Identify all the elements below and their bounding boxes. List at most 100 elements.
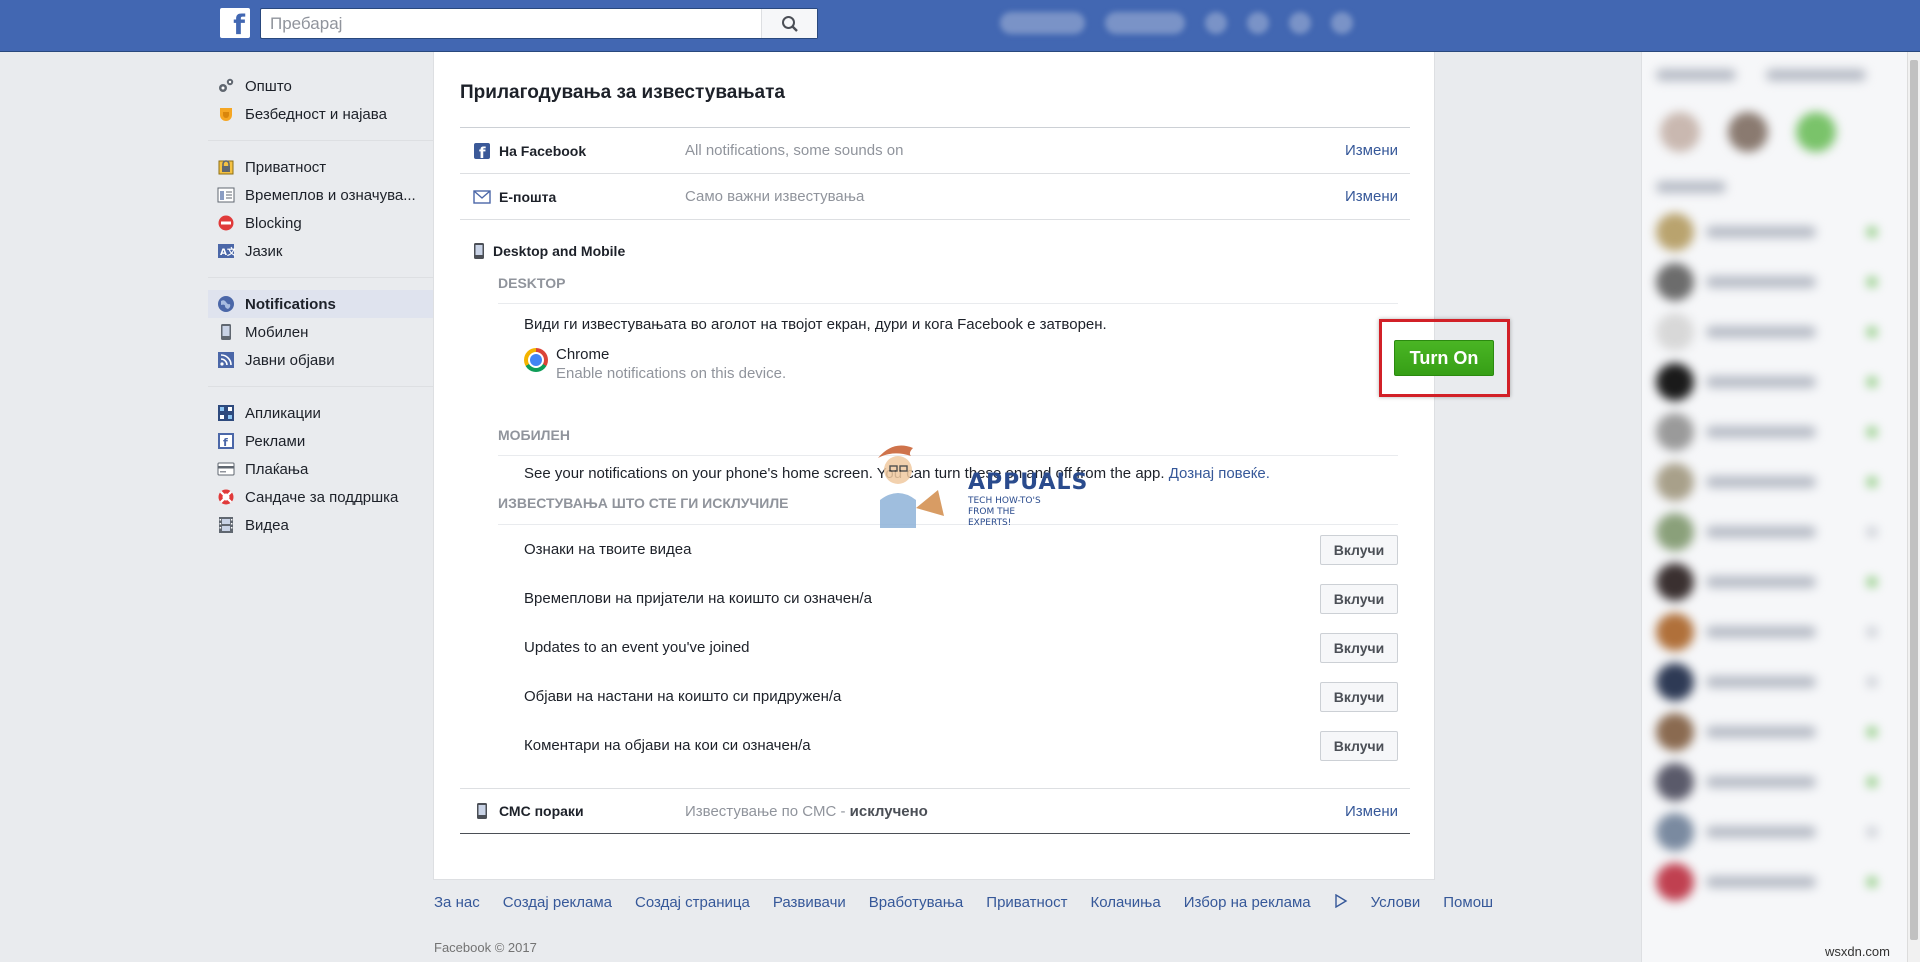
copyright: Facebook © 2017 <box>434 940 537 955</box>
sidebar-item-label: Приватност <box>245 158 327 176</box>
sidebar-item-label: Видеа <box>245 516 289 534</box>
site-watermark: wsxdn.com <box>1824 944 1890 959</box>
page-scrollbar[interactable] <box>1907 52 1920 962</box>
footer-link[interactable]: Вработувања <box>869 894 964 911</box>
setting-label: СМС пораки <box>499 803 584 819</box>
sidebar-item-payments[interactable]: Плаќања <box>208 455 433 483</box>
notification-type-label: Времеплови на пријатели на коишто си озн… <box>524 590 872 607</box>
sms-status-prefix: Известување по СМС - <box>685 802 850 820</box>
setting-value: Известување по СМС - исклучено <box>685 803 1345 820</box>
edit-email-link[interactable]: Измени <box>1345 188 1398 205</box>
sidebar-item-notifications[interactable]: Notifications <box>208 290 433 318</box>
sidebar-item-label: Безбедност и најава <box>245 105 387 123</box>
watermark-tagline: TECH HOW-TO'S FROM THE EXPERTS! <box>968 496 1041 528</box>
browser-name: Chrome <box>556 346 610 363</box>
notification-type-label: Updates to an event you've joined <box>524 639 750 656</box>
apps-icon <box>217 404 235 422</box>
setting-row-facebook[interactable]: f На Facebook All notifications, some so… <box>460 127 1410 173</box>
svg-text:f: f <box>223 436 228 449</box>
footer-link[interactable]: Услови <box>1371 894 1421 911</box>
sidebar-item-label: Јавни објави <box>245 351 335 369</box>
blurred-top-nav <box>1000 12 1353 38</box>
mobile-icon <box>472 242 486 260</box>
sidebar-item-mobile[interactable]: Мобилен <box>208 318 433 346</box>
edit-sms-link[interactable]: Измени <box>1345 803 1398 820</box>
svg-text:A文: A文 <box>220 246 235 258</box>
sidebar-item-apps[interactable]: Апликации <box>208 399 433 427</box>
language-icon: A文 <box>217 242 235 260</box>
desktop-body: Види ги известувањата во аголот на твојо… <box>524 304 1510 414</box>
sms-status: исклучено <box>849 802 928 820</box>
sidebar-item-support-inbox[interactable]: Сандаче за поддршка <box>208 483 433 511</box>
sidebar-item-public-posts[interactable]: Јавни објави <box>208 346 433 374</box>
chrome-browser-row: Chrome Enable notifications on this devi… <box>524 346 786 382</box>
nav-group-privacy: Приватност Времеплов и означува... Block… <box>208 153 433 278</box>
envelope-icon <box>472 187 492 207</box>
setting-row-sms[interactable]: СМС пораки Известување по СМС - исклучен… <box>460 788 1410 834</box>
film-icon <box>217 516 235 534</box>
ad-choices-label: Избор на реклама <box>1183 894 1311 911</box>
facebook-logo[interactable]: f <box>220 8 250 38</box>
sidebar-item-label: Notifications <box>245 295 336 313</box>
ad-choices-icon <box>1334 893 1347 909</box>
footer-link[interactable]: Избор на реклама <box>1183 893 1348 911</box>
sidebar-item-security[interactable]: Безбедност и најава <box>208 100 433 128</box>
footer-link[interactable]: Развивачи <box>773 894 846 911</box>
setting-label: На Facebook <box>499 142 587 159</box>
list-item: Објави на настани на коишто си придружен… <box>498 672 1398 721</box>
learn-more-link[interactable]: Дознај повеќе. <box>1169 465 1270 482</box>
footer-links: За нас Создај реклама Создај страница Ра… <box>434 893 1516 911</box>
gears-icon <box>217 77 235 95</box>
footer-link[interactable]: Колачиња <box>1090 894 1160 911</box>
watermark-brand: APPUALS <box>968 470 1089 495</box>
sidebar-item-label: Јазик <box>245 242 283 260</box>
shield-badge-icon <box>217 105 235 123</box>
sidebar-item-language[interactable]: A文 Јазик <box>208 237 433 265</box>
turn-on-item-button[interactable]: Вклучи <box>1320 583 1398 614</box>
scrollbar-thumb[interactable] <box>1910 60 1918 940</box>
list-item: Коментари на објави на кои си означен/а … <box>498 721 1398 770</box>
svg-text:f: f <box>479 144 486 160</box>
chat-sidebar <box>1641 52 1907 962</box>
section-title: Desktop and Mobile <box>493 243 626 259</box>
footer-link[interactable]: Приватност <box>986 894 1067 911</box>
list-item: Ознаки на твоите видеа Вклучи <box>498 525 1398 574</box>
search-button[interactable] <box>761 9 817 38</box>
turn-on-item-button[interactable]: Вклучи <box>1320 681 1398 712</box>
sidebar-item-general[interactable]: Општо <box>208 72 433 100</box>
desktop-subheading: DESKTOP <box>498 274 1398 304</box>
search-input[interactable] <box>261 9 751 38</box>
footer-link[interactable]: Создај страница <box>635 894 750 911</box>
chat-sidebar-content <box>1642 52 1907 907</box>
sidebar-item-videos[interactable]: Видеа <box>208 511 433 539</box>
notification-type-label: Коментари на објави на кои си означен/а <box>524 737 811 754</box>
turn-on-item-button[interactable]: Вклучи <box>1320 534 1398 565</box>
sidebar-item-label: Времеплов и означува... <box>245 186 416 204</box>
edit-facebook-link[interactable]: Измени <box>1345 142 1398 159</box>
search-box <box>260 8 818 39</box>
turn-on-item-button[interactable]: Вклучи <box>1320 730 1398 761</box>
sidebar-item-timeline[interactable]: Времеплов и означува... <box>208 181 433 209</box>
sidebar-item-privacy[interactable]: Приватност <box>208 153 433 181</box>
ads-icon: f <box>217 432 235 450</box>
footer-link[interactable]: Создај реклама <box>503 894 612 911</box>
nav-group-apps: Апликации f Реклами Плаќања Сандаче за п… <box>208 399 433 551</box>
globe-icon <box>217 295 235 313</box>
sidebar-item-blocking[interactable]: Blocking <box>208 209 433 237</box>
setting-row-email[interactable]: Е-пошта Само важни известувања Измени <box>460 173 1410 219</box>
sidebar-item-label: Апликации <box>245 404 321 422</box>
turn-on-item-button[interactable]: Вклучи <box>1320 632 1398 663</box>
sidebar-item-label: Blocking <box>245 214 302 232</box>
rss-icon <box>217 351 235 369</box>
sidebar-item-label: Реклами <box>245 432 306 450</box>
mobile-icon <box>472 801 492 821</box>
footer-link[interactable]: За нас <box>434 894 480 911</box>
search-icon <box>781 15 798 32</box>
turn-on-button[interactable]: Turn On <box>1394 340 1494 376</box>
chrome-icon <box>524 348 548 372</box>
setting-value: Само важни известувања <box>685 188 865 205</box>
footer-link[interactable]: Помош <box>1443 894 1493 911</box>
setting-label: Е-пошта <box>499 188 557 205</box>
sidebar-item-ads[interactable]: f Реклами <box>208 427 433 455</box>
highlight-box: Turn On <box>1379 319 1510 397</box>
